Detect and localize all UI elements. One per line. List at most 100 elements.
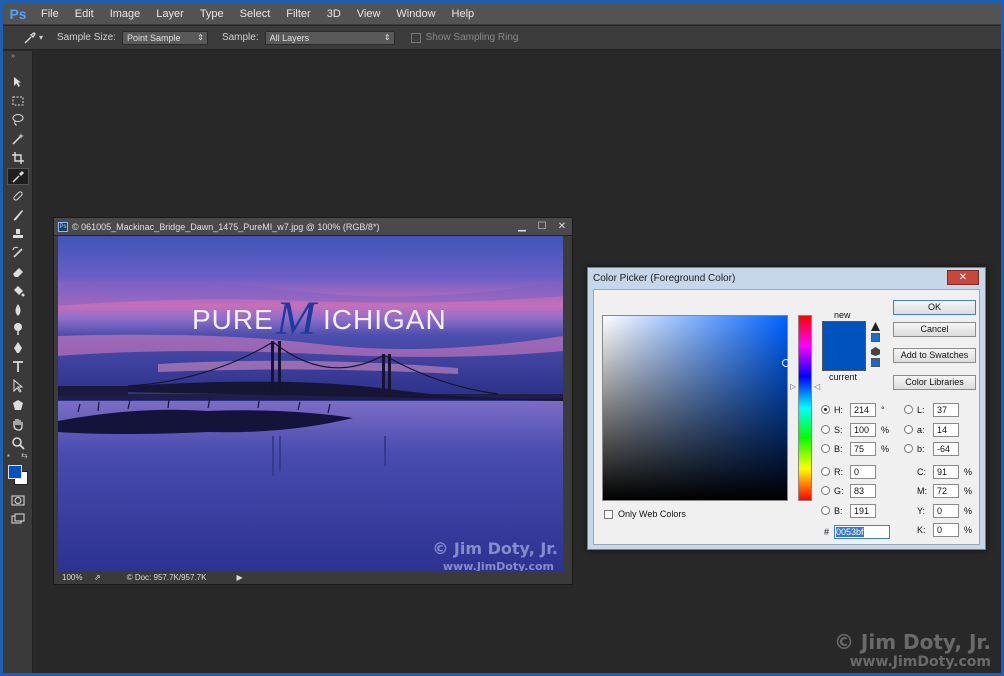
lasso-icon[interactable] <box>7 111 29 128</box>
menu-help[interactable]: Help <box>444 3 483 25</box>
magic-wand-icon[interactable] <box>7 130 29 147</box>
magenta-field[interactable]: 72 <box>933 483 959 498</box>
marquee-icon[interactable] <box>7 92 29 109</box>
eyedropper-icon[interactable] <box>7 168 29 185</box>
gamut-swatch[interactable] <box>871 333 880 342</box>
color-picker-titlebar[interactable]: Color Picker (Foreground Color) <box>588 268 985 288</box>
document-titlebar[interactable]: Ps © 061005_Mackinac_Bridge_Dawn_1475_Pu… <box>54 218 572 236</box>
maximize-button[interactable]: ☐ <box>532 220 552 234</box>
hex-field[interactable]: 0053bf <box>834 525 890 539</box>
ok-button[interactable]: OK <box>893 300 976 315</box>
brush-icon[interactable] <box>7 206 29 223</box>
minimize-button[interactable]: ▁ <box>512 220 532 234</box>
web-safe-cube-icon[interactable] <box>871 347 880 356</box>
menu-file[interactable]: File <box>33 3 67 25</box>
dodge-icon[interactable] <box>7 320 29 337</box>
only-web-colors-checkbox[interactable] <box>604 509 613 519</box>
healing-brush-icon[interactable] <box>7 187 29 204</box>
blue-field[interactable]: 191 <box>850 503 876 518</box>
color-marker-icon[interactable] <box>782 359 790 367</box>
sample-size-select[interactable]: Point Sample ⇕ <box>121 30 208 45</box>
red-radio[interactable] <box>821 467 830 476</box>
new-color-swatch <box>822 321 866 371</box>
cyan-field[interactable]: 91 <box>933 464 959 479</box>
image-canvas[interactable]: PURE M ICHIGAN © Jim Doty, Jr. www.JimDo… <box>58 236 563 572</box>
quick-mask-icon[interactable] <box>7 491 29 508</box>
red-field[interactable]: 0 <box>850 464 876 479</box>
hex-value: 0053bf <box>836 527 864 537</box>
saturation-field[interactable]: 100 <box>850 422 876 437</box>
lab-l-radio[interactable] <box>904 405 913 414</box>
sample-select[interactable]: All Layers ⇕ <box>264 30 395 45</box>
hue-field[interactable]: 214 <box>850 402 876 417</box>
swap-colors-icon[interactable]: ⇆ <box>21 451 28 460</box>
type-icon[interactable] <box>7 358 29 375</box>
lab-b-field[interactable]: -64 <box>933 441 959 456</box>
close-window-button[interactable]: ✕ <box>552 219 572 234</box>
screen-mode-icon[interactable] <box>7 510 29 527</box>
status-menu-arrow-icon[interactable]: ▶ <box>236 573 242 582</box>
select-arrows-icon: ⇕ <box>197 32 204 42</box>
green-radio[interactable] <box>821 486 830 495</box>
blur-icon[interactable] <box>7 301 29 318</box>
lab-l-field[interactable]: 37 <box>933 402 959 417</box>
add-to-swatches-button[interactable]: Add to Swatches <box>893 348 976 363</box>
menu-3d[interactable]: 3D <box>319 3 349 25</box>
paint-bucket-icon[interactable] <box>7 282 29 299</box>
zoom-level[interactable]: 100% <box>62 573 90 582</box>
eraser-icon[interactable] <box>7 263 29 280</box>
green-field[interactable]: 83 <box>850 483 876 498</box>
document-window[interactable]: Ps © 061005_Mackinac_Bridge_Dawn_1475_Pu… <box>53 217 573 585</box>
saturation-brightness-field[interactable] <box>602 315 790 501</box>
brightness-field[interactable]: 75 <box>850 441 876 456</box>
default-colors-icon[interactable]: ▪ <box>7 451 10 460</box>
menu-filter[interactable]: Filter <box>278 3 318 25</box>
lab-a-radio[interactable] <box>904 425 913 434</box>
menu-edit[interactable]: Edit <box>67 3 102 25</box>
hand-icon[interactable] <box>7 415 29 432</box>
lab-a-field[interactable]: 14 <box>933 422 959 437</box>
path-selection-icon[interactable] <box>7 377 29 394</box>
lab-b-radio[interactable] <box>904 444 913 453</box>
cancel-button[interactable]: Cancel <box>893 322 976 337</box>
brightness-radio[interactable] <box>821 444 830 453</box>
menu-layer[interactable]: Layer <box>148 3 192 25</box>
menu-window[interactable]: Window <box>388 3 443 25</box>
black-field[interactable]: 0 <box>933 522 959 537</box>
panel-collapse-icon[interactable]: » <box>11 53 15 60</box>
yellow-field[interactable]: 0 <box>933 503 959 518</box>
lab-b-row: b: -64 <box>904 441 959 456</box>
menu-type[interactable]: Type <box>192 3 232 25</box>
share-icon[interactable]: ⇗ <box>94 573 101 582</box>
history-brush-icon[interactable] <box>7 244 29 261</box>
tool-preset-icon[interactable]: ▾ <box>23 31 43 45</box>
crop-icon[interactable] <box>7 149 29 166</box>
select-arrows-icon: ⇕ <box>383 32 391 42</box>
blue-radio[interactable] <box>821 506 830 515</box>
saturation-radio[interactable] <box>821 425 830 434</box>
hue-radio[interactable] <box>821 405 830 414</box>
hue-slider[interactable] <box>798 315 812 501</box>
image-watermark-name: © Jim Doty, Jr. <box>432 539 558 558</box>
move-icon[interactable] <box>7 73 29 90</box>
hue-slider-right-arrow-icon[interactable]: ◁ <box>814 382 820 391</box>
menu-image[interactable]: Image <box>102 3 149 25</box>
menu-view[interactable]: View <box>349 3 389 25</box>
yellow-label: Y: <box>917 505 926 516</box>
clone-stamp-icon[interactable] <box>7 225 29 242</box>
only-web-colors-option[interactable]: Only Web Colors <box>604 509 686 519</box>
sample-size-label: Sample Size: <box>57 32 116 43</box>
web-safe-swatch[interactable] <box>871 358 880 367</box>
hue-slider-left-arrow-icon[interactable]: ▷ <box>790 382 796 391</box>
out-of-gamut-warning-icon[interactable] <box>871 322 880 331</box>
zoom-icon[interactable] <box>7 434 29 451</box>
color-libraries-button[interactable]: Color Libraries <box>893 375 976 390</box>
black-label: K: <box>917 524 926 535</box>
pen-icon[interactable] <box>7 339 29 356</box>
doc-size-value: Doc: 957.7K/957.7K <box>134 573 207 582</box>
menu-select[interactable]: Select <box>232 3 279 25</box>
shape-icon[interactable] <box>7 396 29 413</box>
show-sampling-ring-checkbox[interactable] <box>410 32 421 43</box>
close-dialog-button[interactable]: ✕ <box>947 270 979 285</box>
foreground-color-swatch[interactable] <box>8 465 22 479</box>
